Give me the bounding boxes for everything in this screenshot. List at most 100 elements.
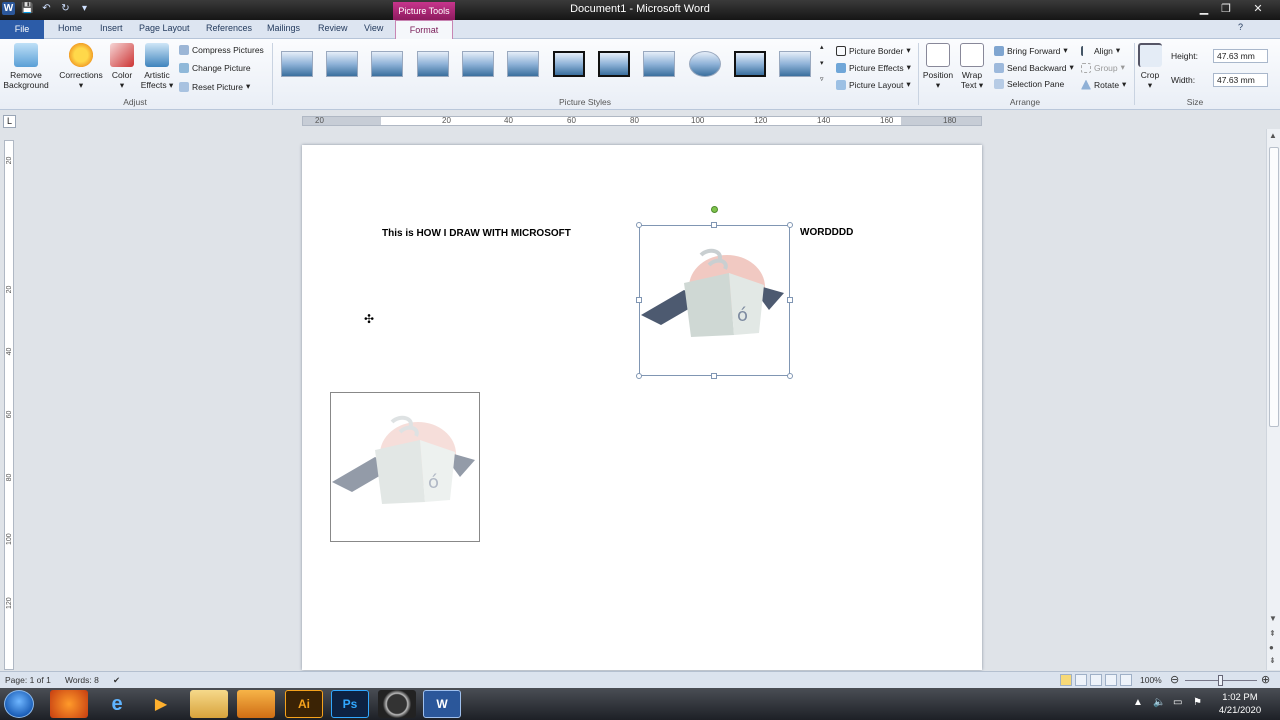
picture-style-thumb-11[interactable] — [734, 51, 766, 77]
picture-layout-button[interactable]: Picture Layout ▾ — [836, 79, 911, 90]
picture-style-thumb-1[interactable] — [281, 51, 313, 77]
resize-handle-right[interactable] — [787, 297, 793, 303]
horizontal-ruler[interactable]: 20 20 40 60 80 100 120 140 160 180 — [302, 116, 982, 126]
internet-explorer-taskbar-icon[interactable]: e — [98, 690, 136, 718]
picture-style-thumb-5[interactable] — [462, 51, 494, 77]
tab-format[interactable]: Format — [395, 20, 453, 40]
resize-handle-bottom-right[interactable] — [787, 373, 793, 379]
page-count[interactable]: Page: 1 of 1 — [5, 675, 51, 685]
color-button[interactable]: Color ▾ — [108, 43, 136, 90]
resize-handle-top-right[interactable] — [787, 222, 793, 228]
media-player-taskbar-icon[interactable]: ▶ — [142, 690, 180, 718]
corrections-button[interactable]: Corrections ▾ — [58, 43, 104, 90]
align-button[interactable]: Align ▾ — [1081, 45, 1120, 56]
word-app-icon[interactable]: W — [2, 2, 15, 15]
volume-icon[interactable]: 🔈 — [1153, 697, 1165, 708]
action-center-flag-icon[interactable]: ⚑ — [1193, 697, 1202, 708]
vertical-scrollbar[interactable]: ▲ ▼ ⇞ ● ⇟ — [1266, 129, 1280, 670]
reset-picture-button[interactable]: Reset Picture ▾ — [179, 81, 250, 92]
web-layout-view-button[interactable] — [1090, 674, 1102, 686]
crop-button[interactable]: Crop ▾ — [1138, 43, 1162, 90]
picture-border-button[interactable]: Picture Border ▾ — [836, 45, 911, 56]
rotate-button[interactable]: Rotate ▾ — [1081, 79, 1126, 90]
maximize-button[interactable]: ❐ — [1216, 1, 1236, 17]
full-screen-reading-view-button[interactable] — [1075, 674, 1087, 686]
picture-style-thumb-12[interactable] — [779, 51, 811, 77]
picture-style-thumb-4[interactable] — [417, 51, 449, 77]
picture-effects-button[interactable]: Picture Effects ▾ — [836, 62, 911, 73]
tab-mailings[interactable]: Mailings — [267, 23, 300, 33]
network-icon[interactable]: ▭ — [1173, 697, 1182, 708]
selection-pane-button[interactable]: Selection Pane — [994, 79, 1064, 89]
cartoon-cube-picture-selected[interactable]: ό — [639, 225, 789, 375]
obs-taskbar-icon[interactable] — [378, 690, 416, 718]
tab-view[interactable]: View — [364, 23, 383, 33]
customize-qat-icon[interactable]: ▾ — [78, 2, 91, 15]
picture-style-thumb-8[interactable] — [598, 51, 630, 77]
artistic-effects-button[interactable]: Artistic Effects ▾ — [138, 43, 176, 90]
compress-pictures-button[interactable]: Compress Pictures — [179, 45, 264, 55]
file-explorer-taskbar-icon[interactable] — [190, 690, 228, 718]
scroll-thumb[interactable] — [1269, 147, 1279, 427]
zoom-out-icon[interactable]: ⊖ — [1170, 673, 1179, 686]
system-clock[interactable]: 1:02 PM 4/21/2020 — [1205, 691, 1275, 717]
help-icon[interactable]: ? — [1238, 22, 1243, 32]
next-page-icon[interactable]: ⇟ — [1269, 656, 1276, 665]
zoom-level[interactable]: 100% — [1140, 675, 1162, 685]
picture-style-thumb-6[interactable] — [507, 51, 539, 77]
proofing-icon[interactable]: ✔ — [113, 675, 120, 686]
document-text-left[interactable]: This is HOW I DRAW WITH MICROSOFT — [382, 228, 571, 239]
rotate-handle[interactable] — [711, 206, 718, 213]
send-backward-button[interactable]: Send Backward ▾ — [994, 62, 1074, 73]
wrap-text-button[interactable]: Wrap Text ▾ — [958, 43, 986, 90]
outline-view-button[interactable] — [1105, 674, 1117, 686]
change-picture-button[interactable]: Change Picture — [179, 63, 251, 73]
gallery-more-icon[interactable]: ▿ — [820, 75, 824, 83]
tab-review[interactable]: Review — [318, 23, 348, 33]
resize-handle-bottom-left[interactable] — [636, 373, 642, 379]
fl-studio-taskbar-icon[interactable] — [237, 690, 275, 718]
word-taskbar-icon[interactable]: W — [423, 690, 461, 718]
start-button[interactable] — [4, 690, 34, 718]
close-button[interactable]: ✕ — [1248, 1, 1268, 17]
width-field[interactable]: 47.63 mm — [1213, 73, 1268, 87]
picture-style-thumb-10[interactable] — [689, 51, 721, 77]
previous-page-icon[interactable]: ⇞ — [1269, 629, 1276, 638]
scroll-down-icon[interactable]: ▼ — [1269, 614, 1277, 623]
tab-page-layout[interactable]: Page Layout — [139, 23, 190, 33]
resize-handle-bottom[interactable] — [711, 373, 717, 379]
tab-insert[interactable]: Insert — [100, 23, 123, 33]
height-field[interactable]: 47.63 mm — [1213, 49, 1268, 63]
picture-style-thumb-2[interactable] — [326, 51, 358, 77]
gallery-up-icon[interactable]: ▴ — [820, 43, 824, 51]
undo-icon[interactable]: ↶ — [40, 2, 53, 15]
tab-references[interactable]: References — [206, 23, 252, 33]
resize-handle-top[interactable] — [711, 222, 717, 228]
cartoon-cube-picture-copy[interactable]: ό — [330, 392, 480, 542]
zoom-slider-thumb[interactable] — [1218, 675, 1223, 686]
bring-forward-button[interactable]: Bring Forward ▾ — [994, 45, 1068, 56]
photoshop-taskbar-icon[interactable]: Ps — [331, 690, 369, 718]
tab-file[interactable]: File — [0, 20, 44, 39]
save-icon[interactable]: 💾 — [21, 2, 34, 15]
tray-expand-icon[interactable]: ▲ — [1133, 697, 1143, 708]
remove-background-button[interactable]: Remove Background — [3, 43, 49, 90]
group-button[interactable]: Group ▾ — [1081, 62, 1125, 73]
gallery-down-icon[interactable]: ▾ — [820, 59, 824, 67]
picture-style-thumb-7[interactable] — [553, 51, 585, 77]
draft-view-button[interactable] — [1120, 674, 1132, 686]
print-layout-view-button[interactable] — [1060, 674, 1072, 686]
document-text-right[interactable]: WORDDDD — [800, 227, 853, 238]
resize-handle-left[interactable] — [636, 297, 642, 303]
scroll-up-icon[interactable]: ▲ — [1269, 131, 1277, 140]
select-browse-object-icon[interactable]: ● — [1269, 643, 1274, 652]
tab-home[interactable]: Home — [58, 23, 82, 33]
zoom-in-icon[interactable]: ⊕ — [1261, 673, 1270, 686]
resize-handle-top-left[interactable] — [636, 222, 642, 228]
picture-style-thumb-9[interactable] — [643, 51, 675, 77]
vertical-ruler[interactable]: 20 20 40 60 80 100 120 — [4, 140, 14, 670]
position-button[interactable]: Position ▾ — [920, 43, 956, 90]
minimize-button[interactable]: ▁ — [1194, 1, 1214, 17]
gallery-scroll-arrows[interactable]: ▴ ▾ ▿ — [820, 43, 824, 83]
picture-style-thumb-3[interactable] — [371, 51, 403, 77]
